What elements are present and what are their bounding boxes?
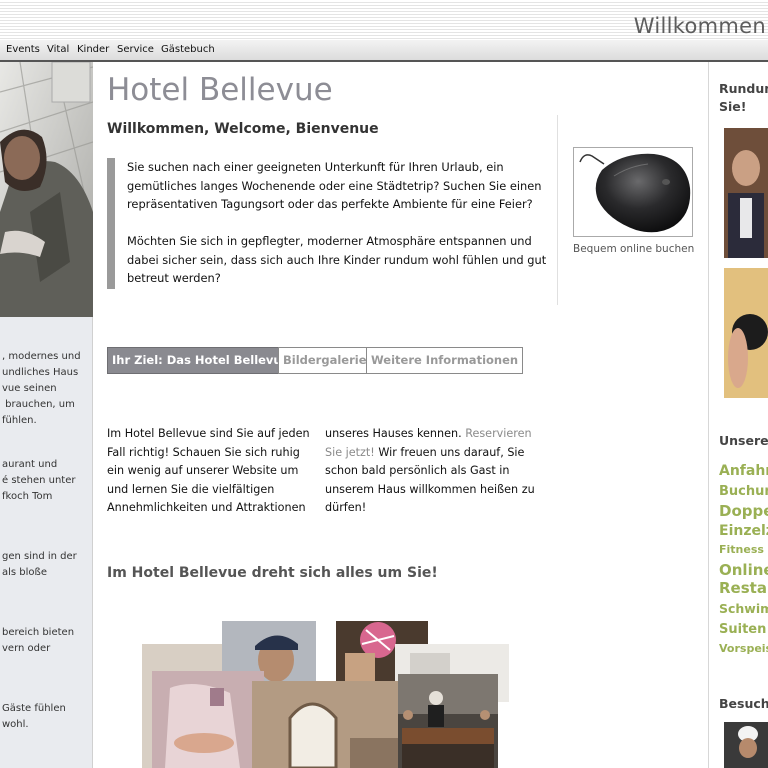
column-divider: [557, 115, 558, 305]
right-photo-3: [724, 722, 768, 768]
intro-paragraph-1: Sie suchen nach einer geeigneten Unterku…: [127, 160, 542, 211]
nav-item-service[interactable]: Service: [117, 44, 154, 55]
right-heading-besuche: Besuche: [719, 696, 768, 711]
main-nav: Events Vital Kinder Service Gästebuch: [0, 40, 768, 62]
content-paragraph-right: unseres Hauses kennen. Reservieren Sie j…: [325, 425, 535, 518]
left-text-4: bereich bieten vern oder: [2, 627, 75, 654]
header-bar: Willkommen: [0, 0, 768, 40]
reservieren-link-cont[interactable]: Sie jetzt!: [325, 446, 375, 459]
left-text-1: , modernes und undliches Haus vue seinen…: [2, 351, 81, 426]
welcome-subtitle: Willkommen, Welcome, Bienvenue: [107, 121, 379, 137]
reservieren-link[interactable]: Reservieren: [465, 427, 531, 440]
computer-mouse-icon: [579, 153, 691, 233]
right-heading-rundum-cont: Sie!: [719, 99, 747, 114]
content-paragraph-left: Im Hotel Bellevue sind Sie auf jeden Fal…: [107, 427, 310, 514]
tag-link-einzelzimmer[interactable]: Einzelzi: [719, 523, 768, 539]
right-heading-rundum: Rundum: [719, 81, 768, 96]
tag-link-anfahrt[interactable]: Anfahrt: [719, 463, 768, 479]
nav-item-vital[interactable]: Vital: [47, 44, 69, 55]
section-heading: Im Hotel Bellevue dreht sich alles um Si…: [107, 565, 438, 581]
intro-paragraph-2: Möchten Sie sich in gepflegter, moderner…: [127, 234, 547, 285]
tag-link-vorspeise[interactable]: Vorspeise: [719, 642, 768, 655]
online-booking-banner[interactable]: [573, 147, 693, 237]
tag-link-buchung[interactable]: Buchung: [719, 484, 768, 499]
nav-item-events[interactable]: Events: [6, 44, 40, 55]
tab-bildergalerie[interactable]: Bildergalerie: [278, 347, 372, 374]
para-right-text-1: unseres Hauses kennen.: [325, 427, 466, 440]
right-photo-2: [724, 268, 768, 398]
right-photo-1: [724, 128, 768, 258]
left-text-5: Gäste fühlen wohl.: [2, 703, 66, 730]
intro-quote: Sie suchen nach einer geeigneten Unterku…: [107, 158, 547, 289]
online-booking-caption[interactable]: Bequem online buchen: [573, 243, 694, 255]
tag-link-online[interactable]: Online-: [719, 561, 768, 579]
nav-item-kinder[interactable]: Kinder: [77, 44, 109, 55]
left-text-3: gen sind in der als bloße: [2, 551, 77, 578]
photo-collage: [140, 618, 512, 768]
left-text-2: aurant und é stehen unter fkoch Tom: [2, 459, 76, 502]
tab-hotel-bellevue[interactable]: Ihr Ziel: Das Hotel Bellevue: [107, 347, 295, 374]
tab-weitere-informationen[interactable]: Weitere Informationen: [366, 347, 524, 374]
page-title: Hotel Bellevue: [107, 72, 333, 108]
tag-link-doppel[interactable]: Doppel: [719, 502, 768, 520]
tag-link-fitness[interactable]: Fitness G: [719, 543, 768, 556]
header-title: Willkommen: [633, 14, 766, 38]
tag-link-suiten[interactable]: Suiten T: [719, 622, 768, 637]
right-heading-unsere: Unsere I: [719, 433, 768, 448]
left-sidebar: , modernes und undliches Haus vue seinen…: [0, 62, 93, 768]
tag-link-restaurant[interactable]: Restau: [719, 579, 768, 597]
nav-item-gaestebuch[interactable]: Gästebuch: [161, 44, 215, 55]
tag-link-schwimm[interactable]: Schwimm: [719, 601, 768, 616]
businessman-photo: [0, 62, 93, 317]
